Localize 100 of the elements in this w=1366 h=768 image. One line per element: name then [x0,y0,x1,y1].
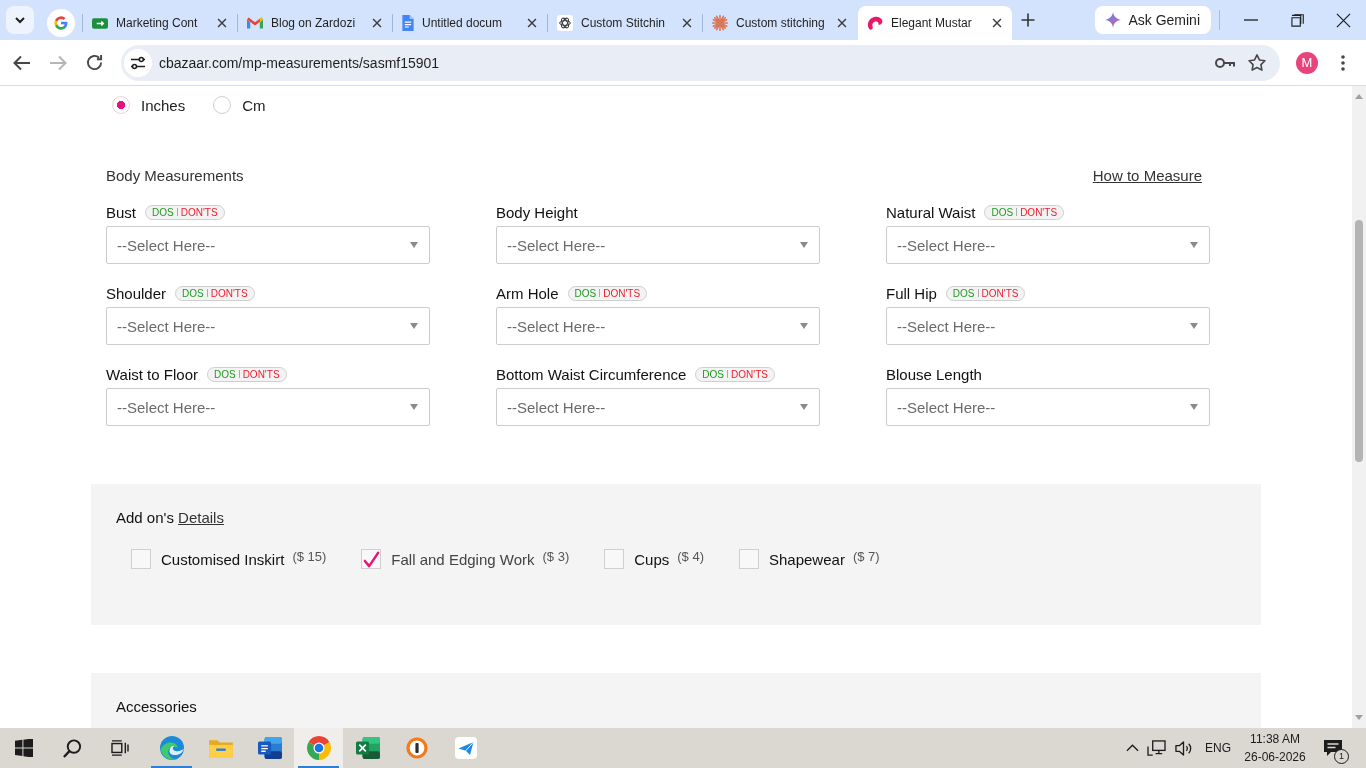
bookmark-star-icon[interactable] [1248,53,1266,72]
measurement-dropdown[interactable]: --Select Here-- [496,388,820,426]
chrome-logo-icon [306,736,331,760]
addon-label[interactable]: Cups [634,550,670,568]
addons-heading: Add on's Details [116,508,225,528]
dos-link[interactable]: DOS [952,287,975,299]
section-title: Accessories [116,697,198,717]
measurement-dropdown[interactable]: --Select Here-- [106,388,430,426]
ask-gemini-button[interactable]: Ask Gemini [1095,6,1211,34]
browser-tab[interactable]: Elegant Mustar [858,6,1012,40]
g-logo-icon [47,9,75,37]
dos-link[interactable]: DOS [574,287,597,299]
speaker-icon[interactable] [1174,739,1193,757]
donts-link[interactable]: DON'TS [731,368,768,380]
caret-icon [1190,404,1198,410]
chevron-up-icon[interactable] [1126,744,1139,752]
donts-link[interactable]: DON'TS [981,287,1019,299]
checkbox[interactable] [739,549,759,569]
restore-icon[interactable] [1290,13,1304,27]
close-icon[interactable] [370,16,384,30]
profile-avatar[interactable]: M [1296,51,1318,74]
chevron-down-icon[interactable] [6,6,34,34]
dos-link[interactable]: DOS [182,287,204,299]
browser-tab[interactable]: Untitled docum [393,6,547,40]
addon-label[interactable]: Fall and Edging Work [391,550,535,568]
radio-label[interactable]: Cm [242,96,266,114]
donts-link[interactable]: DON'TS [603,287,641,299]
language-indicator[interactable]: ENG [1205,741,1231,755]
site-settings-icon[interactable] [124,48,152,77]
back-arrow-icon[interactable] [13,54,31,71]
checkbox[interactable] [361,549,382,569]
addon-label[interactable]: Shapewear [769,550,845,568]
field-label: Shoulder [106,284,167,302]
search-icon[interactable] [61,737,83,759]
caret-icon [800,404,808,410]
browser-tab[interactable]: Custom Stitchin [548,6,702,40]
donts-link[interactable]: DON'TS [210,287,248,299]
browser-tab[interactable]: Custom stitching [703,6,857,40]
close-icon[interactable] [1335,12,1351,28]
key-icon[interactable] [1215,57,1235,68]
field-label: Arm Hole [496,284,559,302]
measurement-dropdown[interactable]: --Select Here-- [106,226,430,264]
address-bar[interactable]: cbazaar.com/mp-measurements/sasmf15901 [121,44,1280,81]
how-to-measure-link[interactable]: How to Measure [1092,166,1202,184]
field-label: Waist to Floor [106,365,198,383]
donts-link[interactable]: DON'TS [242,368,280,380]
taskbar-app-button[interactable] [294,728,343,768]
field-label: Bottom Waist Circumference [496,365,687,383]
measurement-dropdown[interactable]: --Select Here-- [106,307,430,345]
measurement-dropdown[interactable]: --Select Here-- [496,307,820,345]
field-label: Body Height [496,203,578,221]
more-menu-icon[interactable] [1341,54,1345,71]
arrow-tile-icon [92,17,108,29]
dos-link[interactable]: DOS [213,368,236,380]
measurement-dropdown[interactable]: --Select Here-- [886,388,1210,426]
donts-link[interactable]: DON'TS [1020,206,1058,218]
dos-link[interactable]: DOS [152,206,174,218]
close-icon[interactable] [990,16,1004,30]
details-link[interactable]: Details [178,509,224,526]
close-icon[interactable] [835,16,849,30]
measurement-dropdown[interactable]: --Select Here-- [886,307,1210,345]
donts-link[interactable]: DON'TS [180,206,218,218]
close-icon[interactable] [680,16,694,30]
measurement-dropdown[interactable]: --Select Here-- [886,226,1210,264]
caret-icon [1190,323,1198,329]
swirl-circle-icon [159,736,184,760]
ring-icon [405,737,428,759]
close-icon[interactable] [215,16,229,30]
measurement-dropdown[interactable]: --Select Here-- [496,226,820,264]
field-label: Full Hip [886,284,937,302]
dos-link[interactable]: DOS [702,368,724,380]
scrollbar-thumb[interactable] [1355,220,1363,462]
reload-icon[interactable] [85,54,103,71]
checkbox[interactable] [131,549,151,569]
network-icon[interactable] [1147,739,1166,757]
caret-icon [1190,242,1198,248]
price-text: ($ 4) [677,549,704,564]
radio-label[interactable]: Inches [141,96,186,114]
close-icon[interactable] [525,16,539,30]
spreadsheet-app-icon [355,737,380,759]
checkmark-icon [362,550,380,568]
windows-start-icon[interactable] [15,739,33,757]
addon-label[interactable]: Customised Inskirt [161,550,285,568]
field-label: Blouse Length [886,365,982,383]
dos-link[interactable]: DOS [991,206,1014,218]
plus-icon[interactable] [1020,12,1036,28]
browser-tab[interactable]: Blog on Zardozi [238,6,392,40]
radio-button[interactable] [213,96,232,114]
clock-date[interactable]: 26-06-2026 [1244,748,1306,766]
checkbox[interactable] [604,549,625,569]
task-view-icon[interactable] [111,740,129,756]
clock-time[interactable]: 11:38 AM [1250,730,1300,748]
browser-tab[interactable]: Marketing Cont [83,6,237,40]
document-icon [402,15,414,31]
radio-button[interactable] [112,96,130,114]
price-text: ($ 3) [542,549,570,564]
field-label: Bust [106,203,136,221]
price-text: ($ 7) [852,549,880,564]
paper-plane-icon [454,737,477,759]
document-app-icon [257,737,282,759]
